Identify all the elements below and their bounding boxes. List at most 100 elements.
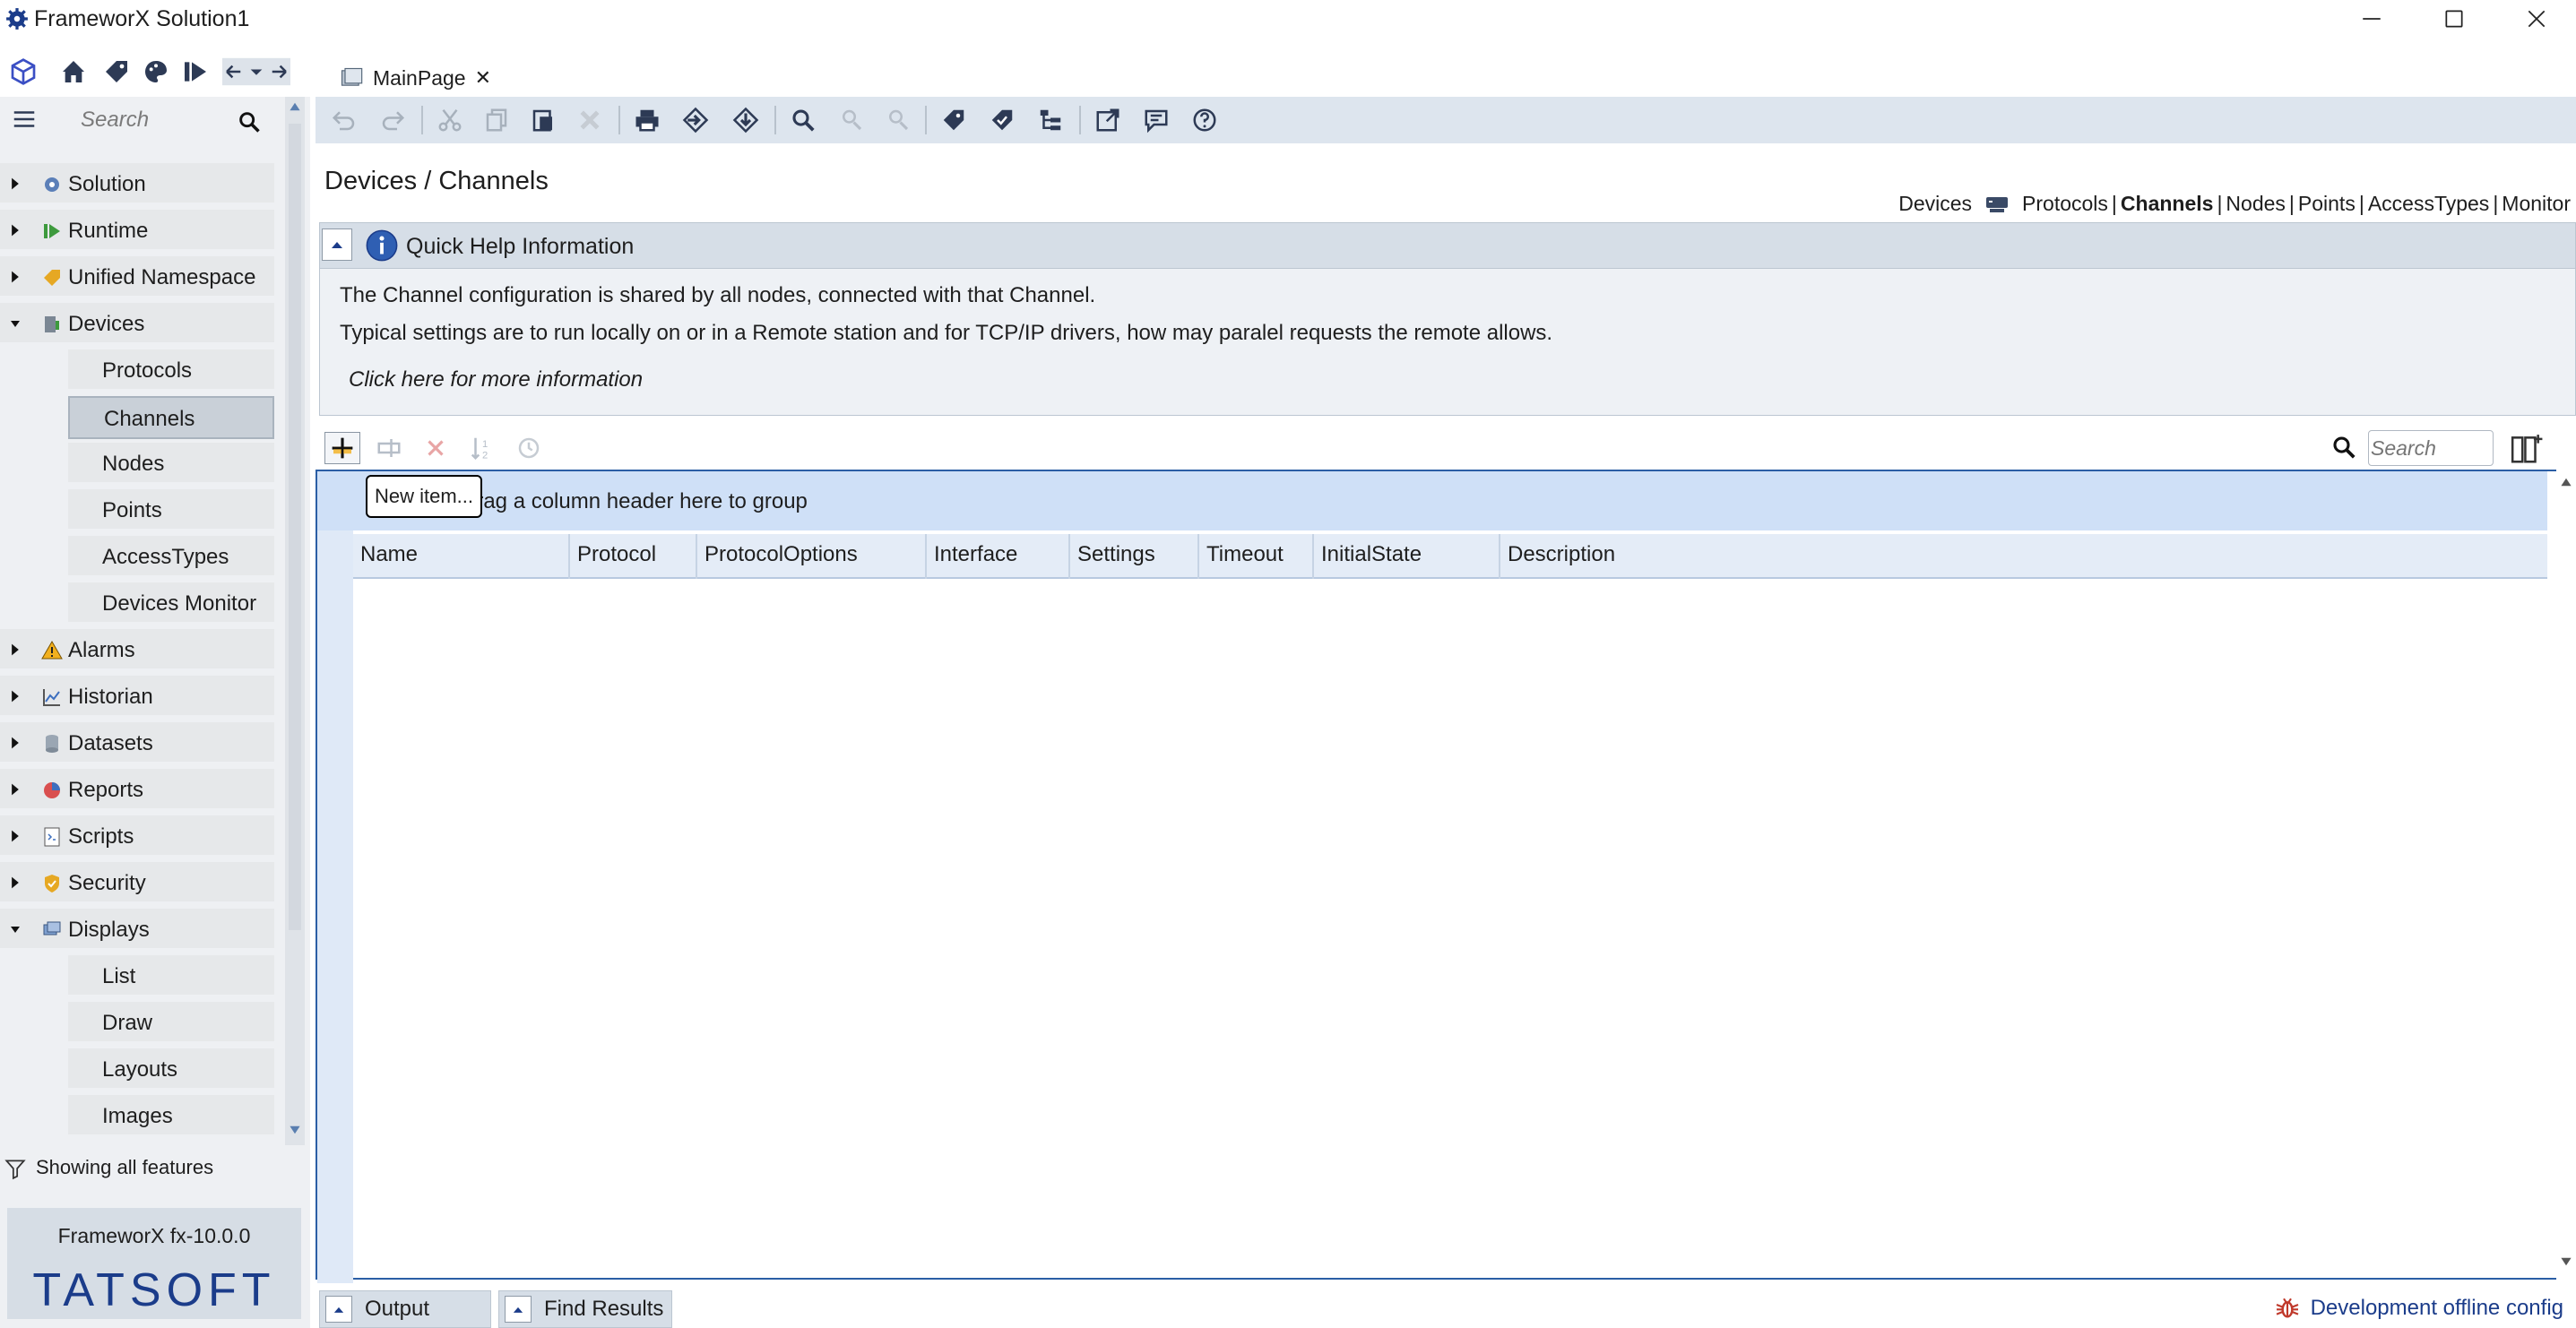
column-header-interface[interactable]: Interface [927, 534, 1070, 579]
find-results-tab[interactable]: Find Results [498, 1290, 672, 1328]
link-accesstypes[interactable]: AccessTypes [2368, 192, 2490, 216]
close-tab-icon[interactable]: ✕ [475, 66, 491, 90]
column-chooser-icon[interactable] [2510, 432, 2544, 466]
tree-item-displays[interactable]: Displays [0, 909, 274, 952]
tree-item-solution[interactable]: Solution [0, 163, 274, 206]
tree-item-unified-namespace[interactable]: Unified Namespace [0, 256, 274, 299]
expand-arrow-icon[interactable] [9, 735, 22, 751]
tree-subitem-protocols[interactable]: Protocols [68, 349, 274, 392]
run-button[interactable] [179, 56, 212, 88]
search-icon[interactable] [237, 109, 262, 134]
tree-subitem-list[interactable]: List [68, 955, 274, 998]
column-header-protocol-options[interactable]: ProtocolOptions [697, 534, 927, 579]
tree-subitem-images[interactable]: Images [68, 1095, 274, 1138]
link-nodes[interactable]: Nodes [2226, 192, 2285, 216]
scroll-down-icon[interactable] [2560, 1256, 2572, 1267]
column-header-initial-state[interactable]: InitialState [1314, 534, 1500, 579]
solution-cube-button[interactable] [7, 56, 39, 88]
tree-item-runtime[interactable]: Runtime [0, 210, 274, 253]
link-points[interactable]: Points [2298, 192, 2356, 216]
tree-item-scripts[interactable]: Scripts [0, 815, 274, 858]
maximize-button[interactable] [2413, 0, 2495, 38]
copy-button[interactable] [480, 104, 513, 136]
tree-item-security[interactable]: Security [0, 862, 274, 905]
tree-item-alarms[interactable]: Alarms [0, 629, 274, 672]
scroll-up-icon[interactable] [2560, 477, 2572, 487]
group-by-panel[interactable]: Drag a column header here to group [317, 471, 2547, 530]
import-button[interactable] [679, 104, 712, 136]
find-button[interactable] [787, 104, 819, 136]
comments-button[interactable] [1140, 104, 1172, 136]
print-button[interactable] [631, 104, 663, 136]
delete-button[interactable] [574, 104, 606, 136]
expand-arrow-icon[interactable] [9, 642, 22, 658]
expand-arrow-icon[interactable] [9, 781, 22, 798]
link-devices[interactable]: Devices [1898, 192, 1972, 216]
tree-subitem-points[interactable]: Points [68, 489, 274, 532]
collapse-arrow-icon[interactable] [9, 315, 22, 332]
tree-item-historian[interactable]: Historian [0, 676, 274, 719]
close-window-button[interactable] [2495, 0, 2576, 38]
paste-button[interactable] [527, 104, 559, 136]
tree-item-reports[interactable]: Reports [0, 769, 274, 812]
status-indicator[interactable]: Development offline config [2273, 1294, 2563, 1323]
column-header-timeout[interactable]: Timeout [1199, 534, 1314, 579]
expand-arrow-icon[interactable] [9, 828, 22, 844]
column-header-name[interactable]: Name [353, 534, 570, 579]
new-item-button[interactable] [324, 432, 360, 464]
tags-button[interactable] [100, 56, 133, 88]
doc-tab-mainpage[interactable]: MainPage ✕ [339, 63, 491, 93]
nav-search-input[interactable]: Search [81, 108, 149, 133]
tree-item-devices[interactable]: Devices [0, 303, 274, 346]
column-header-settings[interactable]: Settings [1070, 534, 1199, 579]
quick-help-collapse-button[interactable] [322, 229, 352, 261]
column-header-description[interactable]: Description [1500, 534, 2547, 579]
tree-subitem-layouts[interactable]: Layouts [68, 1048, 274, 1091]
new-tag-button[interactable] [938, 104, 970, 136]
history-nav-button[interactable] [220, 56, 292, 88]
tree-subitem-nodes[interactable]: Nodes [68, 443, 274, 486]
expand-arrow-icon[interactable] [9, 176, 22, 192]
cut-button[interactable] [434, 104, 466, 136]
output-tab[interactable]: Output [319, 1290, 491, 1328]
help-button[interactable] [1189, 104, 1221, 136]
grid-search-input[interactable] [2368, 430, 2494, 466]
expand-arrow-icon[interactable] [9, 269, 22, 285]
tree-view-button[interactable] [1034, 104, 1067, 136]
find-users-button[interactable] [835, 104, 868, 136]
delete-item-button[interactable] [418, 432, 454, 464]
open-external-button[interactable] [1092, 104, 1124, 136]
more-info-link[interactable]: Click here for more information [349, 367, 643, 392]
link-channels[interactable]: Channels [2121, 192, 2214, 216]
left-panel-scrollbar[interactable] [285, 97, 305, 1145]
find-next-button[interactable] [882, 104, 914, 136]
expand-output-button[interactable] [325, 1296, 352, 1323]
quick-help-header[interactable]: Quick Help Information [319, 222, 2576, 269]
collapse-arrow-icon[interactable] [9, 921, 22, 937]
tree-subitem-accesstypes[interactable]: AccessTypes [68, 536, 274, 579]
undo-button[interactable] [328, 104, 360, 136]
column-header-protocol[interactable]: Protocol [570, 534, 697, 579]
sort-button[interactable]: 12 [464, 432, 500, 464]
expand-arrow-icon[interactable] [9, 875, 22, 891]
channels-grid[interactable]: Drag a column header here to group Name … [316, 470, 2556, 1283]
refresh-button[interactable] [511, 432, 547, 464]
scroll-down-icon[interactable] [289, 1124, 301, 1136]
expand-find-results-button[interactable] [505, 1296, 532, 1323]
tree-subitem-devices-monitor[interactable]: Devices Monitor [68, 582, 274, 625]
hamburger-menu-icon[interactable] [11, 106, 38, 133]
designer-button[interactable] [140, 56, 172, 88]
expand-arrow-icon[interactable] [9, 688, 22, 704]
tag-check-button[interactable] [986, 104, 1018, 136]
tree-subitem-draw[interactable]: Draw [68, 1002, 274, 1045]
link-monitor[interactable]: Monitor [2502, 192, 2571, 216]
expand-arrow-icon[interactable] [9, 222, 22, 238]
feature-filter[interactable]: Showing all features [0, 1151, 310, 1186]
redo-button[interactable] [376, 104, 409, 136]
export-button[interactable] [730, 104, 762, 136]
home-button[interactable] [57, 56, 90, 88]
link-protocols[interactable]: Protocols [2022, 192, 2108, 216]
scroll-up-icon[interactable] [289, 100, 301, 113]
minimize-button[interactable] [2330, 0, 2413, 38]
grid-scrollbar[interactable] [2556, 470, 2576, 1280]
